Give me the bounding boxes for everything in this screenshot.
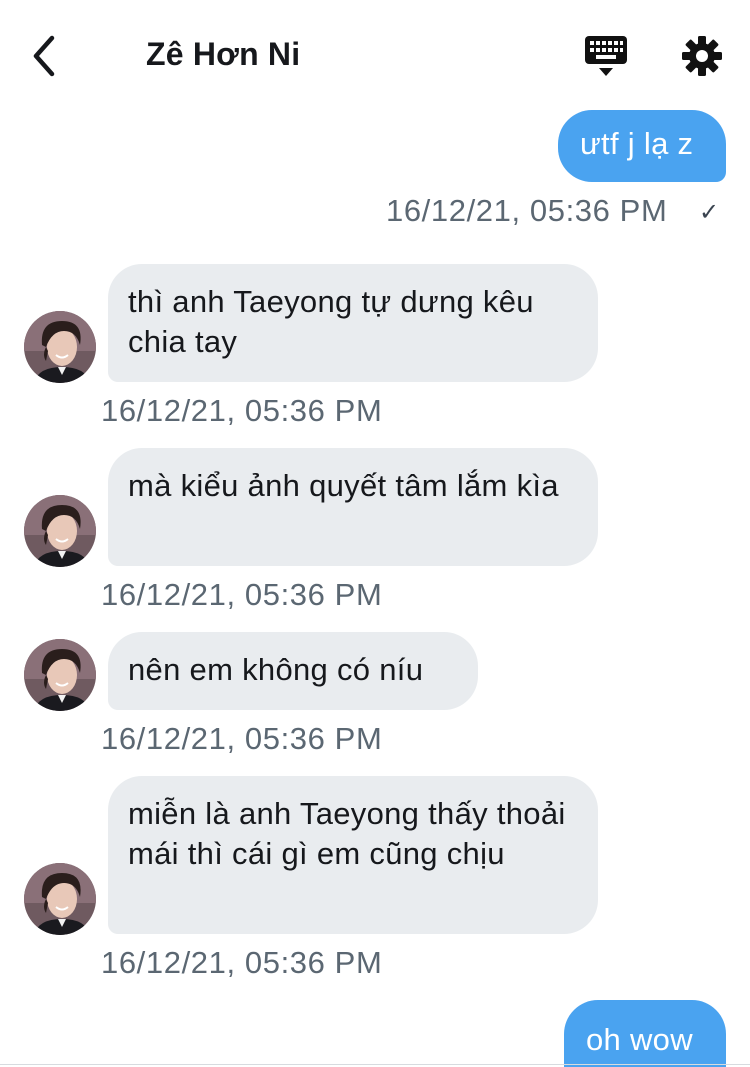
contact-avatar-photo <box>24 311 96 383</box>
chevron-left-icon <box>33 35 55 77</box>
avatar[interactable] <box>24 639 96 711</box>
message-bubble-incoming[interactable]: thì anh Taeyong tự dưng kêu chia tay <box>108 264 598 382</box>
message-bubble-outgoing[interactable]: ưtf j lạ z <box>558 110 726 182</box>
message-timestamp: 16/12/21, 05:36 PM <box>101 577 383 612</box>
keyboard-button[interactable] <box>583 34 629 80</box>
contact-avatar-photo <box>24 495 96 567</box>
message-bubble-outgoing[interactable]: oh wow <box>564 1000 726 1067</box>
chat-screen: Zê Hơn Ni ưtf j lạ z 16/12/21, 05:36 PM … <box>0 0 750 1067</box>
divider <box>0 1064 750 1065</box>
contact-avatar-photo <box>24 639 96 711</box>
read-receipt-icon: ✓ <box>699 199 720 226</box>
contact-avatar-photo <box>24 863 96 935</box>
avatar[interactable] <box>24 311 96 383</box>
avatar[interactable] <box>24 863 96 935</box>
gear-icon <box>682 36 722 76</box>
message-bubble-incoming[interactable]: nên em không có níu <box>108 632 478 710</box>
settings-button[interactable] <box>680 34 724 78</box>
message-timestamp: 16/12/21, 05:36 PM <box>101 945 383 980</box>
message-bubble-incoming[interactable]: miễn là anh Taeyong thấy thoải mái thì c… <box>108 776 598 934</box>
message-timestamp: 16/12/21, 05:36 PM <box>101 393 383 428</box>
message-bubble-incoming[interactable]: mà kiểu ảnh quyết tâm lắm kìa <box>108 448 598 566</box>
avatar[interactable] <box>24 495 96 567</box>
keyboard-icon <box>585 36 627 76</box>
message-timestamp: 16/12/21, 05:36 PM <box>101 721 383 756</box>
conversation-title: Zê Hơn Ni <box>146 36 301 72</box>
chat-header: Zê Hơn Ni <box>0 0 750 104</box>
message-timestamp: 16/12/21, 05:36 PM <box>386 193 668 228</box>
back-button[interactable] <box>28 34 64 78</box>
